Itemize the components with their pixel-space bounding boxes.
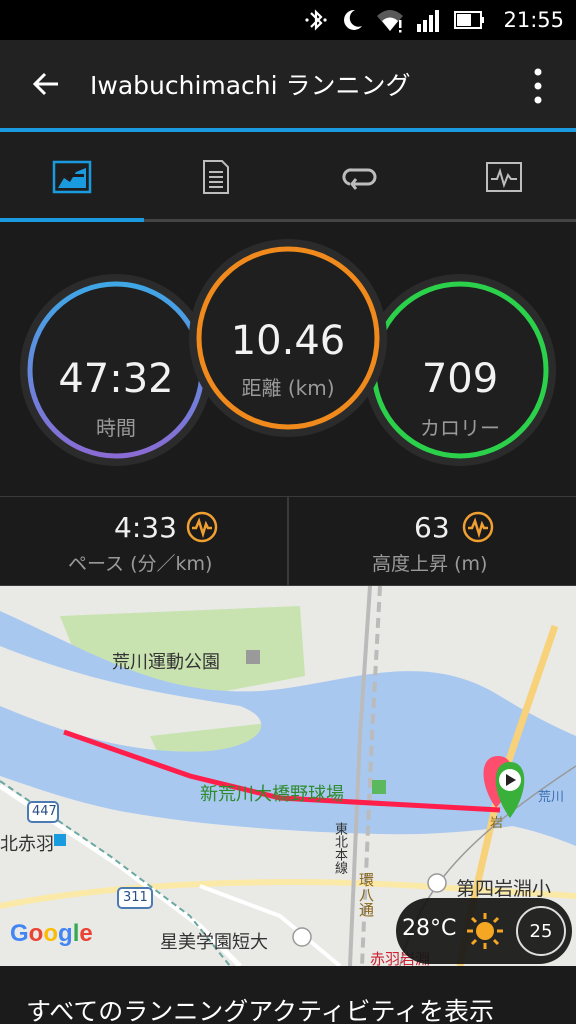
temperature: 28°C: [402, 916, 457, 941]
footer: すべてのランニングアクティビティを表示: [0, 966, 576, 1024]
wifi-icon: [377, 10, 404, 33]
route-map[interactable]: 荒川運動公園 新荒川大橋野球場 北赤羽 第四岩淵小 星美学園短大 東北本線 環八…: [0, 586, 576, 966]
rain-chance-indicator: 25: [516, 906, 566, 956]
google-letter: G: [10, 920, 29, 947]
tab-overview[interactable]: [0, 132, 144, 222]
map-label-baseball: 新荒川大橋野球場: [200, 784, 344, 805]
google-letter: o: [43, 920, 59, 947]
distance-value: 10.46: [230, 318, 346, 364]
activity-wave-icon: [186, 511, 218, 543]
graph-icon: [486, 162, 522, 192]
calories-value: 709: [421, 356, 499, 402]
map-label-road: 環八通: [357, 872, 375, 917]
google-letter: o: [28, 920, 44, 947]
google-letter: e: [79, 920, 93, 947]
back-arrow-icon[interactable]: [28, 66, 64, 102]
elevation-stat[interactable]: 63 高度上昇 (m): [288, 497, 576, 587]
loop-icon: [342, 168, 377, 190]
map-label-river: 荒川: [538, 790, 565, 805]
time-label: 時間: [96, 416, 136, 440]
moon-icon: [344, 9, 363, 30]
tab-details[interactable]: [144, 132, 288, 222]
distance-label: 距離: [241, 376, 282, 400]
pace-stat[interactable]: 4:33 ペース (分／km): [0, 497, 288, 587]
tab-laps[interactable]: [288, 132, 432, 222]
tab-graphs[interactable]: [432, 132, 576, 222]
route-447-badge: 447: [32, 804, 57, 819]
map-label-park: 荒川運動公園: [112, 652, 220, 673]
clock: 21:55: [503, 8, 564, 32]
distance-ring: 10.46 距離 (km): [188, 238, 388, 438]
map-label-college: 星美学園短大: [160, 932, 268, 953]
battery-icon: [454, 11, 485, 29]
pace-value: 4:33: [114, 511, 177, 544]
distance-unit: (km): [287, 376, 335, 400]
calories-label: カロリー: [420, 416, 500, 440]
status-bar: 21:55: [0, 0, 576, 40]
time-value: 47:32: [58, 356, 174, 402]
distance-label-row: 距離 (km): [188, 372, 388, 401]
activity-wave-icon: [462, 511, 494, 543]
map-label-iwa: 岩: [490, 816, 504, 831]
time-ring: 47:32 時間: [18, 272, 214, 468]
stats-row: 4:33 ペース (分／km) 63 高度上昇 (m): [0, 496, 576, 587]
weather-widget[interactable]: 28°C 25: [396, 898, 572, 964]
elevation-label: 高度上昇: [372, 553, 449, 575]
route-311-badge: 311: [123, 890, 148, 905]
google-logo: Google: [10, 920, 93, 948]
signal-icon: [417, 10, 440, 32]
google-letter: g: [58, 920, 73, 947]
map-label-kitaakabane: 北赤羽: [0, 834, 54, 855]
elevation-unit: (m): [454, 553, 488, 575]
status-icons: 21:55: [303, 4, 564, 36]
pace-unit: (分／km): [130, 553, 213, 575]
elevation-value: 63: [414, 511, 450, 544]
app-bar: Iwabuchimachi ランニング: [0, 40, 576, 128]
elevation-label-row: 高度上昇 (m): [372, 549, 487, 576]
activity-tabs: [0, 132, 576, 222]
sun-icon: [467, 913, 503, 949]
summary-rings: 47:32 時間 709 カロリー 10.46 距離 (km): [0, 222, 576, 496]
map-label-school: 第四岩淵小: [456, 878, 552, 900]
page-title: Iwabuchimachi ランニング: [90, 71, 411, 100]
overflow-menu-icon[interactable]: [530, 66, 546, 106]
calories-ring: 709 カロリー: [362, 272, 558, 468]
document-icon: [203, 160, 229, 194]
bluetooth-icon: [305, 9, 328, 31]
pace-label: ペース: [68, 553, 125, 575]
view-all-running-activities-link[interactable]: すべてのランニングアクティビティを表示: [26, 992, 494, 1024]
map-label-rail: 東北本線: [332, 822, 347, 874]
pace-label-row: ペース (分／km): [68, 549, 212, 576]
rain-chance-value: 25: [529, 920, 553, 942]
chart-overview-icon: [52, 160, 92, 194]
